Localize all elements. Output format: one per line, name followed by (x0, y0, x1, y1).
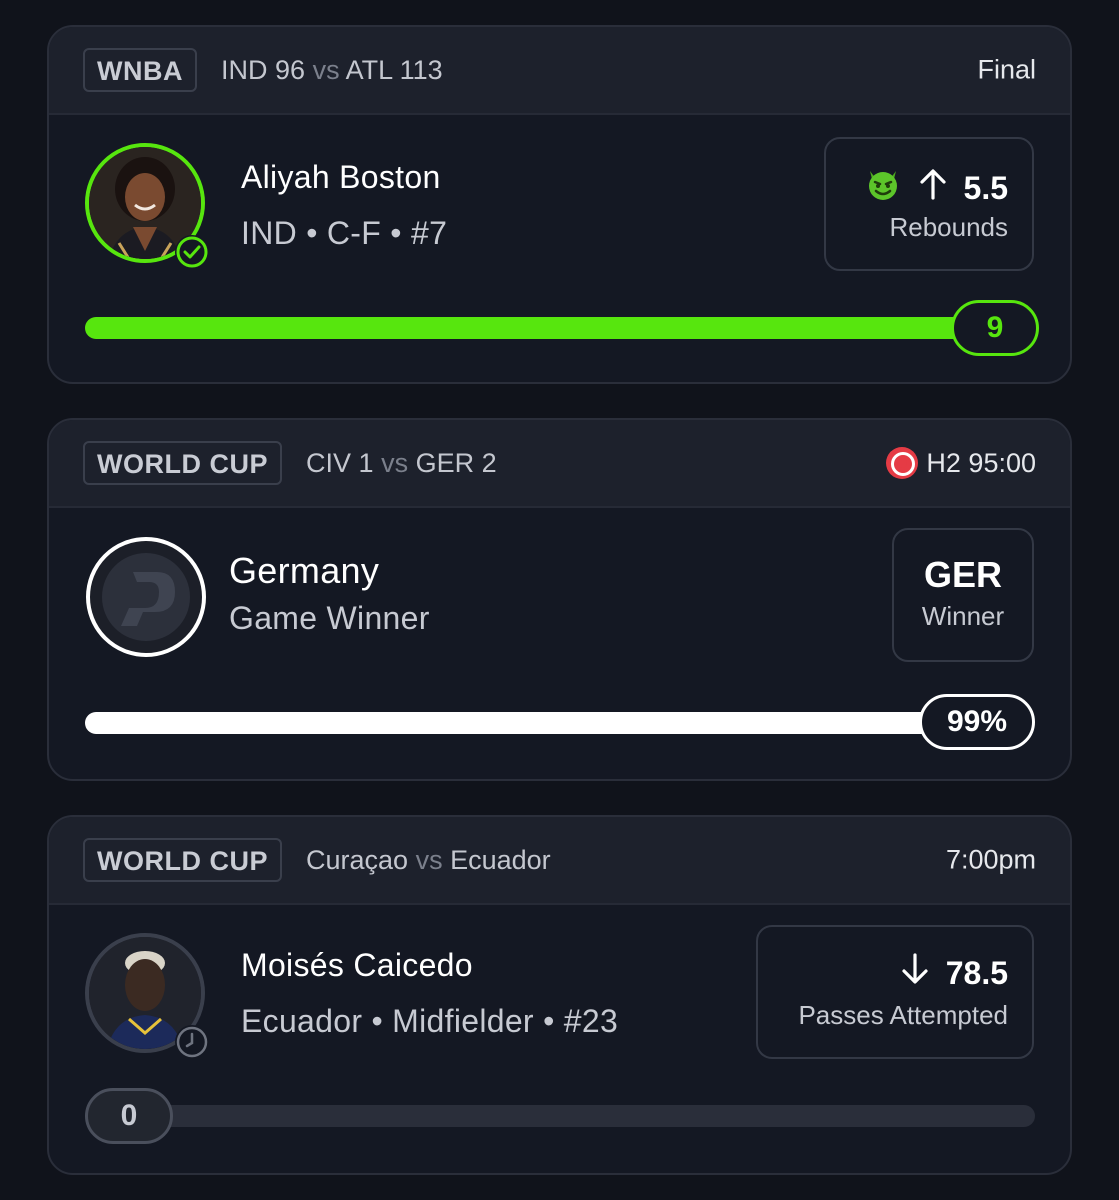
check-badge-icon (175, 235, 209, 269)
progress-track (85, 317, 985, 339)
card-header: WORLD CUP CIV 1 vs GER 2 H2 95:00 (49, 420, 1070, 508)
clock-badge-icon (175, 1025, 209, 1059)
avatar[interactable] (85, 933, 209, 1059)
league-tag: WORLD CUP (83, 838, 282, 882)
player-name: Moisés Caicedo (241, 947, 473, 983)
league-tag: WORLD CUP (83, 441, 282, 485)
line-box[interactable]: GER Winner (892, 528, 1034, 662)
progress-value-pill: 99% (919, 694, 1035, 750)
player-details: Ecuador • Midfielder • #23 (241, 1003, 619, 1039)
avatar[interactable] (85, 143, 209, 269)
card-body: Moisés Caicedo Ecuador • Midfielder • #2… (49, 905, 1070, 1173)
score2: 113 (399, 54, 443, 85)
team-logo[interactable] (85, 536, 206, 657)
score1: 1 (358, 447, 374, 478)
team1: Curaçao (305, 844, 409, 875)
matchup: IND 96 vs ATL 113 (221, 55, 443, 86)
team1: CIV (305, 447, 351, 478)
line-box[interactable]: 78.5 Passes Attempted (756, 925, 1034, 1059)
vs-label: vs (312, 54, 340, 85)
devil-emoji-icon (864, 165, 902, 211)
stat-label: Passes Attempted (798, 1000, 1008, 1030)
card-body: Aliyah Boston IND • C-F • #7 5.5 Rebound… (49, 115, 1070, 382)
prop-card-wnba[interactable]: WNBA IND 96 vs ATL 113 Final Aliyah Bost… (47, 25, 1072, 384)
card-header: WNBA IND 96 vs ATL 113 Final (49, 27, 1070, 115)
line-value: 5.5 (963, 169, 1008, 206)
team2: Ecuador (450, 844, 551, 875)
card-header: WORLD CUP Curaçao vs Ecuador 7:00pm (49, 817, 1070, 905)
prop-card-world-cup-game[interactable]: WORLD CUP CIV 1 vs GER 2 H2 95:00 German… (47, 418, 1072, 781)
team1: IND (220, 54, 268, 85)
arrow-up-icon (918, 168, 948, 208)
player-details: IND • C-F • #7 (241, 215, 448, 251)
game-status: H2 95:00 (926, 447, 1036, 478)
prizepicks-logo-icon (86, 537, 206, 657)
progress-value: 9 (986, 311, 1004, 344)
player-name: Aliyah Boston (241, 159, 441, 195)
game-status: Final (977, 54, 1036, 85)
game-status: 7:00pm (945, 844, 1036, 875)
progress-track (85, 712, 965, 734)
team-name: Germany (229, 550, 380, 591)
progress-value-pill: 0 (85, 1088, 173, 1144)
progress-value: 0 (120, 1099, 138, 1132)
game-status-wrap: H2 95:00 (886, 447, 1036, 479)
line-value: GER (923, 554, 1002, 595)
matchup: Curaçao vs Ecuador (306, 845, 551, 876)
progress-value-pill: 9 (951, 300, 1039, 356)
progress-value: 99% (946, 705, 1008, 738)
live-indicator-icon (886, 447, 919, 479)
score1: 96 (275, 54, 306, 85)
matchup: CIV 1 vs GER 2 (306, 448, 497, 479)
team2: ATL (345, 54, 393, 85)
team2: GER (415, 447, 475, 478)
stat-label: Winner (921, 601, 1005, 631)
vs-label: vs (381, 447, 409, 478)
line-value: 78.5 (945, 954, 1008, 991)
prop-card-world-cup-player[interactable]: WORLD CUP Curaçao vs Ecuador 7:00pm Mois… (47, 815, 1072, 1175)
market-name: Game Winner (229, 600, 430, 636)
line-box[interactable]: 5.5 Rebounds (824, 137, 1034, 271)
stat-label: Rebounds (889, 212, 1008, 242)
progress-track (85, 1105, 1035, 1127)
score2: 2 (481, 447, 497, 478)
arrow-down-icon (900, 953, 930, 993)
league-tag: WNBA (83, 48, 197, 92)
card-body: Germany Game Winner GER Winner 99% (49, 508, 1070, 779)
vs-label: vs (415, 844, 443, 875)
